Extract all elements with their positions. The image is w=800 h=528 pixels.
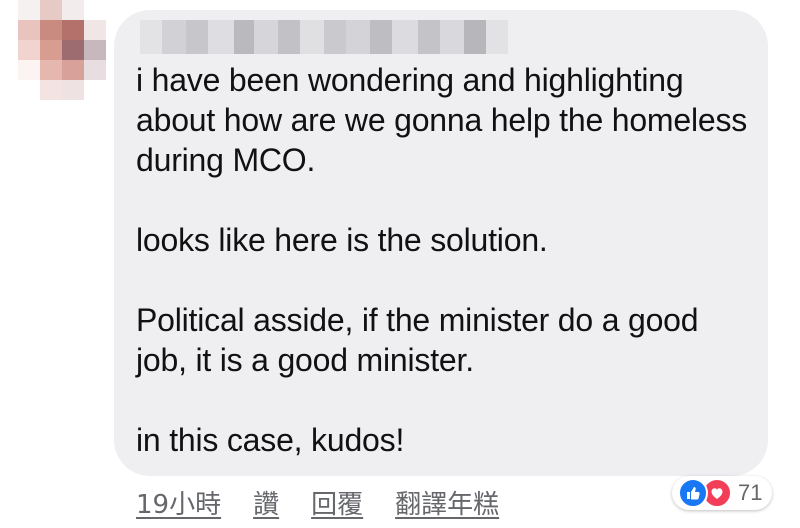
like-icon bbox=[678, 478, 708, 508]
reactions-summary[interactable]: 71 bbox=[672, 476, 773, 510]
comment-paragraph: i have been wondering and highlighting a… bbox=[136, 62, 748, 178]
comment-screenshot: i have been wondering and highlighting a… bbox=[0, 0, 800, 528]
comment-paragraph: looks like here is the solution. bbox=[136, 222, 548, 258]
comment-paragraph: Political asside, if the minister do a g… bbox=[136, 302, 699, 378]
comment-paragraph: in this case, kudos! bbox=[136, 422, 405, 458]
comment-body: i have been wondering and highlighting a… bbox=[136, 60, 756, 460]
translate-button[interactable]: 翻譯年糕 bbox=[395, 484, 499, 521]
comment-actions: 19小時 讚 回覆 翻譯年糕 bbox=[136, 484, 499, 521]
commenter-name-obscured[interactable] bbox=[140, 20, 508, 54]
like-button[interactable]: 讚 bbox=[253, 484, 279, 521]
reaction-count: 71 bbox=[738, 480, 763, 505]
timestamp-link[interactable]: 19小時 bbox=[136, 484, 221, 521]
reply-button[interactable]: 回覆 bbox=[311, 484, 363, 521]
avatar[interactable] bbox=[18, 0, 106, 100]
